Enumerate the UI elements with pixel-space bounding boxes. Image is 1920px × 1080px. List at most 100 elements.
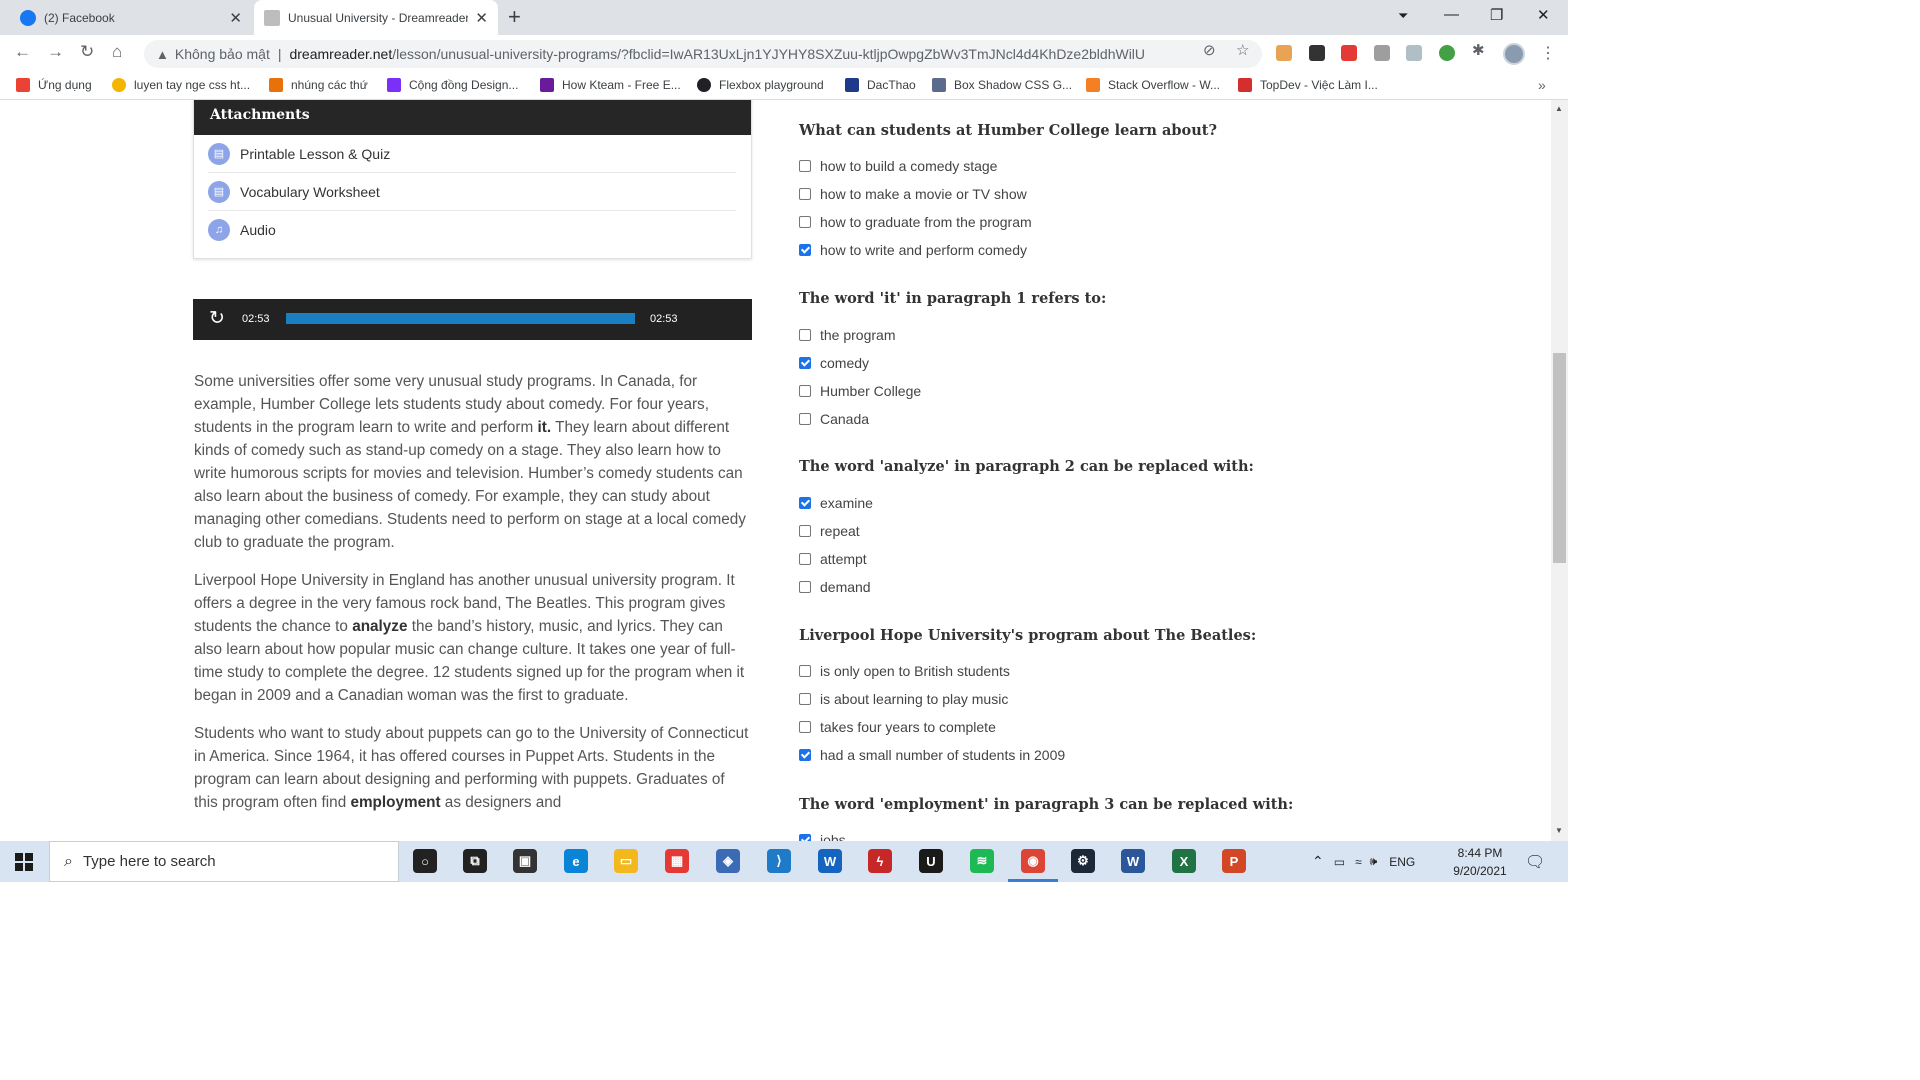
battery-icon[interactable]: ▭ bbox=[1334, 855, 1345, 869]
answer-checkbox[interactable] bbox=[799, 244, 811, 256]
answer-checkbox[interactable] bbox=[799, 216, 811, 228]
quiz-option[interactable]: attempt bbox=[799, 551, 867, 567]
close-tab-icon[interactable]: ✕ bbox=[475, 9, 488, 27]
answer-checkbox[interactable] bbox=[799, 357, 811, 369]
scroll-up-arrow-icon[interactable]: ▲ bbox=[1555, 104, 1563, 113]
forward-icon[interactable]: → bbox=[47, 42, 64, 62]
url-path[interactable]: /lesson/unusual-university-programs/?fbc… bbox=[392, 46, 1145, 62]
quiz-option[interactable]: how to build a comedy stage bbox=[799, 158, 997, 174]
bookmark-star-icon[interactable]: ☆ bbox=[1236, 41, 1249, 59]
replay-icon[interactable]: ↻ bbox=[209, 307, 225, 330]
quiz-option[interactable]: comedy bbox=[799, 355, 869, 371]
restore-icon[interactable]: ❐ bbox=[1490, 6, 1503, 24]
quiz-option[interactable]: had a small number of students in 2009 bbox=[799, 747, 1065, 763]
answer-checkbox[interactable] bbox=[799, 525, 811, 537]
quiz-option[interactable]: is about learning to play music bbox=[799, 691, 1008, 707]
answer-checkbox[interactable] bbox=[799, 834, 811, 841]
quiz-option[interactable]: examine bbox=[799, 495, 873, 511]
extension-icon[interactable] bbox=[1406, 45, 1422, 61]
cortana-icon[interactable]: ○ bbox=[413, 849, 437, 873]
powerpoint-icon[interactable]: P bbox=[1222, 849, 1246, 873]
answer-checkbox[interactable] bbox=[799, 693, 811, 705]
close-window-icon[interactable]: ✕ bbox=[1537, 6, 1550, 24]
spotify-icon[interactable]: ≋ bbox=[970, 849, 994, 873]
bookmark-item[interactable]: nhúng các thứ bbox=[269, 78, 368, 92]
minimize-icon[interactable]: — bbox=[1444, 6, 1459, 23]
steam-icon[interactable]: ⚙ bbox=[1071, 849, 1095, 873]
new-tab-icon[interactable]: + bbox=[508, 4, 521, 30]
extension-icon[interactable] bbox=[1276, 45, 1292, 61]
answer-checkbox[interactable] bbox=[799, 553, 811, 565]
security-label[interactable]: Không bảo mật bbox=[175, 46, 270, 62]
quiz-option[interactable]: Humber College bbox=[799, 383, 921, 399]
reload-icon[interactable]: ↻ bbox=[80, 42, 94, 62]
close-tab-icon[interactable]: ✕ bbox=[229, 9, 242, 27]
bookmark-item[interactable]: Stack Overflow - W... bbox=[1086, 78, 1220, 92]
virtualbox-icon[interactable]: ◈ bbox=[716, 849, 740, 873]
bookmark-item[interactable]: How Kteam - Free E... bbox=[540, 78, 681, 92]
wifi-icon[interactable]: ≈ bbox=[1355, 855, 1362, 869]
quiz-option[interactable]: the program bbox=[799, 327, 895, 343]
answer-checkbox[interactable] bbox=[799, 721, 811, 733]
scrollbar[interactable]: ▲ ▼ bbox=[1551, 100, 1568, 841]
attachment-printable-lesson[interactable]: ▤ Printable Lesson & Quiz bbox=[208, 135, 736, 173]
edge-icon[interactable]: e bbox=[564, 849, 588, 873]
bookmark-apps[interactable]: Ứng dụng bbox=[16, 78, 92, 92]
excel-icon[interactable]: X bbox=[1172, 849, 1196, 873]
extension-icon[interactable] bbox=[1439, 45, 1455, 61]
quiz-option[interactable]: jobs bbox=[799, 832, 846, 841]
quiz-option[interactable]: repeat bbox=[799, 523, 860, 539]
windows-start-icon[interactable] bbox=[15, 853, 33, 871]
tab-facebook[interactable]: (2) Facebook ✕ bbox=[12, 0, 252, 35]
more-bookmarks-icon[interactable]: » bbox=[1538, 77, 1546, 93]
translate-icon[interactable]: ⊘ bbox=[1203, 41, 1216, 59]
quiz-option[interactable]: takes four years to complete bbox=[799, 719, 996, 735]
vscode-icon[interactable]: ⟩ bbox=[767, 849, 791, 873]
notifications-icon[interactable]: 🗨 bbox=[1525, 852, 1545, 872]
quiz-option[interactable]: how to write and perform comedy bbox=[799, 242, 1027, 258]
home-icon[interactable]: ⌂ bbox=[112, 42, 122, 62]
quiz-option[interactable]: how to make a movie or TV show bbox=[799, 186, 1027, 202]
answer-checkbox[interactable] bbox=[799, 497, 811, 509]
paint-icon[interactable]: ▦ bbox=[665, 849, 689, 873]
tab-search-icon[interactable]: ⏷ bbox=[1398, 8, 1408, 24]
chevron-up-icon[interactable]: ⌃ bbox=[1312, 853, 1324, 870]
wps-icon[interactable]: W bbox=[818, 849, 842, 873]
store-icon[interactable]: ▣ bbox=[513, 849, 537, 873]
quiz-option[interactable]: demand bbox=[799, 579, 871, 595]
scroll-down-arrow-icon[interactable]: ▼ bbox=[1555, 826, 1563, 835]
answer-checkbox[interactable] bbox=[799, 188, 811, 200]
quiz-option[interactable]: is only open to British students bbox=[799, 663, 1010, 679]
bookmark-item[interactable]: TopDev - Việc Làm I... bbox=[1238, 78, 1378, 92]
back-icon[interactable]: ← bbox=[14, 42, 31, 62]
answer-checkbox[interactable] bbox=[799, 160, 811, 172]
language-indicator[interactable]: ENG bbox=[1389, 855, 1415, 869]
task-view-icon[interactable]: ⧉ bbox=[463, 849, 487, 873]
filezilla-icon[interactable]: ϟ bbox=[868, 849, 892, 873]
progress-bar[interactable] bbox=[286, 313, 635, 324]
clock[interactable]: 8:44 PM 9/20/2021 bbox=[1445, 844, 1515, 880]
answer-checkbox[interactable] bbox=[799, 749, 811, 761]
chrome-icon[interactable]: ◉ bbox=[1021, 849, 1045, 873]
menu-icon[interactable]: ⋮ bbox=[1540, 43, 1556, 63]
answer-checkbox[interactable] bbox=[799, 665, 811, 677]
bookmark-item[interactable]: Cộng đồng Design... bbox=[387, 78, 518, 92]
extension-icon[interactable] bbox=[1341, 45, 1357, 61]
answer-checkbox[interactable] bbox=[799, 385, 811, 397]
extension-icon[interactable] bbox=[1309, 45, 1325, 61]
upwork-icon[interactable]: U bbox=[919, 849, 943, 873]
attachment-vocabulary-worksheet[interactable]: ▤ Vocabulary Worksheet bbox=[208, 173, 736, 211]
taskbar-search[interactable]: ⌕ Type here to search bbox=[49, 841, 399, 882]
quiz-option[interactable]: how to graduate from the program bbox=[799, 214, 1032, 230]
profile-avatar[interactable] bbox=[1503, 43, 1525, 65]
word-icon[interactable]: W bbox=[1121, 849, 1145, 873]
volume-icon[interactable]: 🕪 bbox=[1370, 854, 1378, 869]
answer-checkbox[interactable] bbox=[799, 581, 811, 593]
url-host[interactable]: dreamreader.net bbox=[289, 46, 392, 62]
attachment-audio[interactable]: ♫ Audio bbox=[208, 211, 736, 249]
quiz-option[interactable]: Canada bbox=[799, 411, 869, 427]
address-bar[interactable]: ▲ Không bảo mật | dreamreader.net/lesson… bbox=[144, 40, 1262, 68]
scroll-thumb[interactable] bbox=[1553, 353, 1566, 563]
file-explorer-icon[interactable]: ▭ bbox=[614, 849, 638, 873]
answer-checkbox[interactable] bbox=[799, 329, 811, 341]
